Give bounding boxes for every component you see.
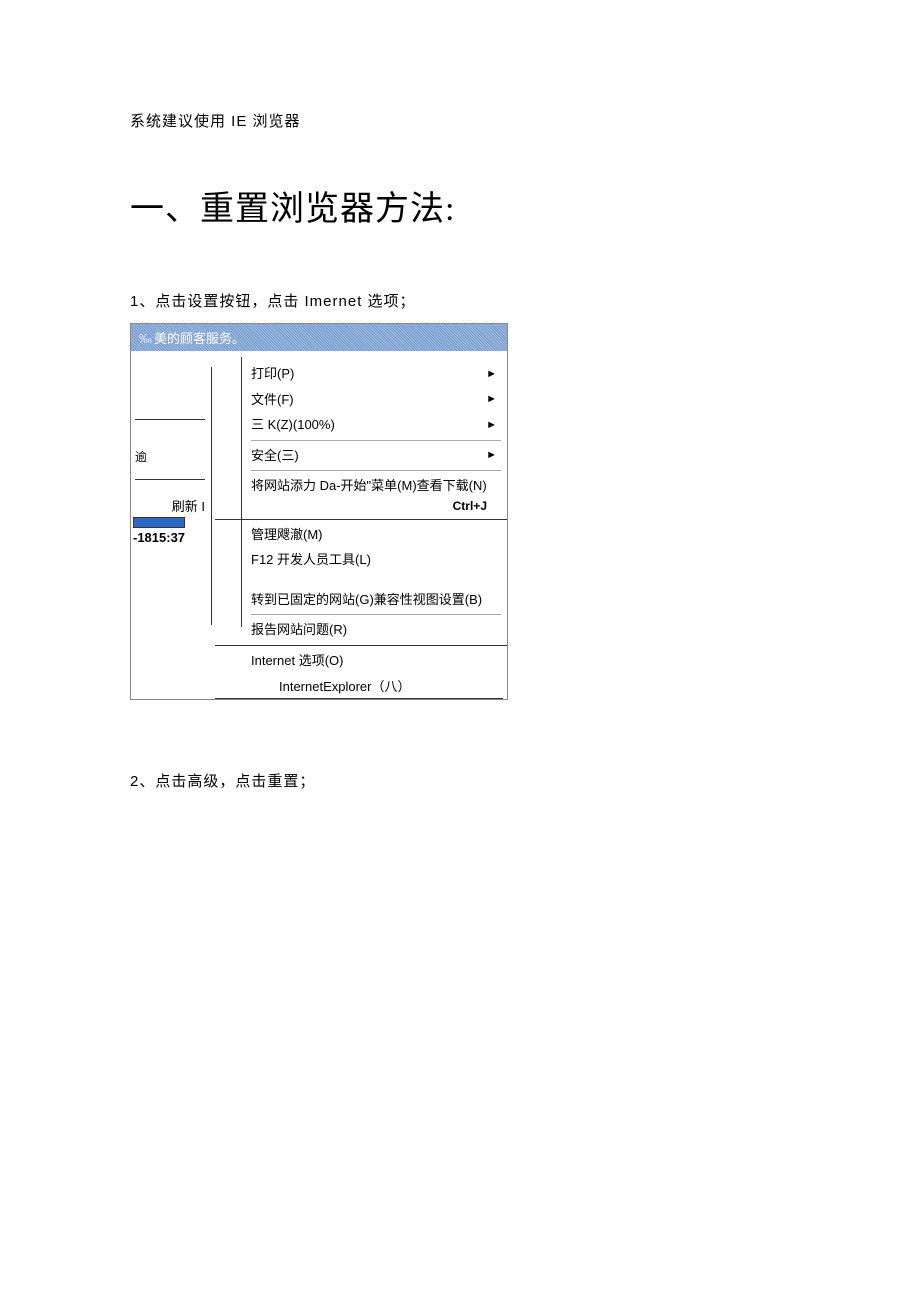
menu-label: 文件(F): [251, 390, 294, 410]
menu-label: 转到已固定的网站(G)兼容性视图设置(B): [251, 590, 482, 610]
menu-item-pinned[interactable]: 转到已固定的网站(G)兼容性视图设置(B): [215, 587, 507, 613]
menu-item-f12[interactable]: F12 开发人员工具(L): [215, 547, 507, 573]
left-label-yu: 逾: [131, 420, 211, 473]
menu-label: F12 开发人员工具(L): [251, 550, 371, 570]
menu-separator: [251, 470, 501, 471]
submenu-arrow-icon: ►: [486, 417, 497, 434]
left-column: 逾 刷新 I -1815:37: [131, 351, 211, 699]
permille-icon: ‰: [139, 331, 152, 346]
menu-item-safety[interactable]: 安全(三) ►: [215, 443, 507, 469]
time-label: -1815:37: [131, 528, 211, 547]
menu-item-zoom[interactable]: 三 K(Z)(100%) ►: [215, 412, 507, 438]
blue-bar: [133, 517, 185, 528]
menu-label: 打印(P): [251, 364, 294, 384]
step-2-text: 2、点击高级，点击重置；: [130, 770, 790, 791]
refresh-label: 刷新 I: [131, 480, 211, 517]
menu-separator: [251, 440, 501, 441]
menu-label: 三 K(Z)(100%): [251, 415, 335, 435]
step-1-text: 1、点击设置按钮，点击 Imernet 选项；: [130, 290, 790, 311]
menu-item-print[interactable]: 打印(P) ►: [215, 361, 507, 387]
submenu-arrow-icon: ►: [486, 391, 497, 408]
menu-item-report[interactable]: 报告网站问题(R): [215, 617, 507, 643]
submenu-arrow-icon: ►: [486, 366, 497, 383]
menu-item-about-ie[interactable]: InternetExplorer（八）: [215, 673, 503, 699]
ie-menu-screenshot: ‰美的顾客服务。 逾 刷新 I -1815:37 打印(P) ► 文件(F) ►: [130, 323, 508, 700]
menu-label: 管理飕澈(M): [251, 525, 323, 545]
submenu-arrow-icon: ►: [486, 447, 497, 464]
menu-item-manage[interactable]: 管理飕澈(M): [215, 522, 507, 548]
intro-text: 系统建议使用 IE 浏览器: [130, 110, 790, 131]
menu-item-addsite[interactable]: 将网站添力 Da-开始"菜单(M)查看下载(N): [215, 473, 507, 499]
divider-vertical-2: [241, 357, 242, 627]
menu-separator: [215, 519, 507, 520]
title-text: 美的顾客服务。: [154, 331, 245, 346]
heading-1: 一、重置浏览器方法:: [130, 181, 790, 230]
menu-label: Internet 选项(O): [251, 651, 343, 671]
window-title: ‰美的顾客服务。: [131, 324, 507, 351]
menu-separator: [215, 645, 507, 646]
menu-list: 打印(P) ► 文件(F) ► 三 K(Z)(100%) ► 安全(三) ► 将…: [211, 351, 507, 699]
menu-label: 将网站添力 Da-开始"菜单(M)查看下载(N): [251, 476, 487, 496]
shortcut-label: Ctrl+J: [215, 499, 507, 517]
menu-label: 报告网站问题(R): [251, 620, 347, 640]
menu-item-file[interactable]: 文件(F) ►: [215, 387, 507, 413]
menu-label: 安全(三): [251, 446, 299, 466]
menu-separator: [251, 614, 501, 615]
menu-item-internet-options[interactable]: Internet 选项(O): [215, 648, 507, 674]
